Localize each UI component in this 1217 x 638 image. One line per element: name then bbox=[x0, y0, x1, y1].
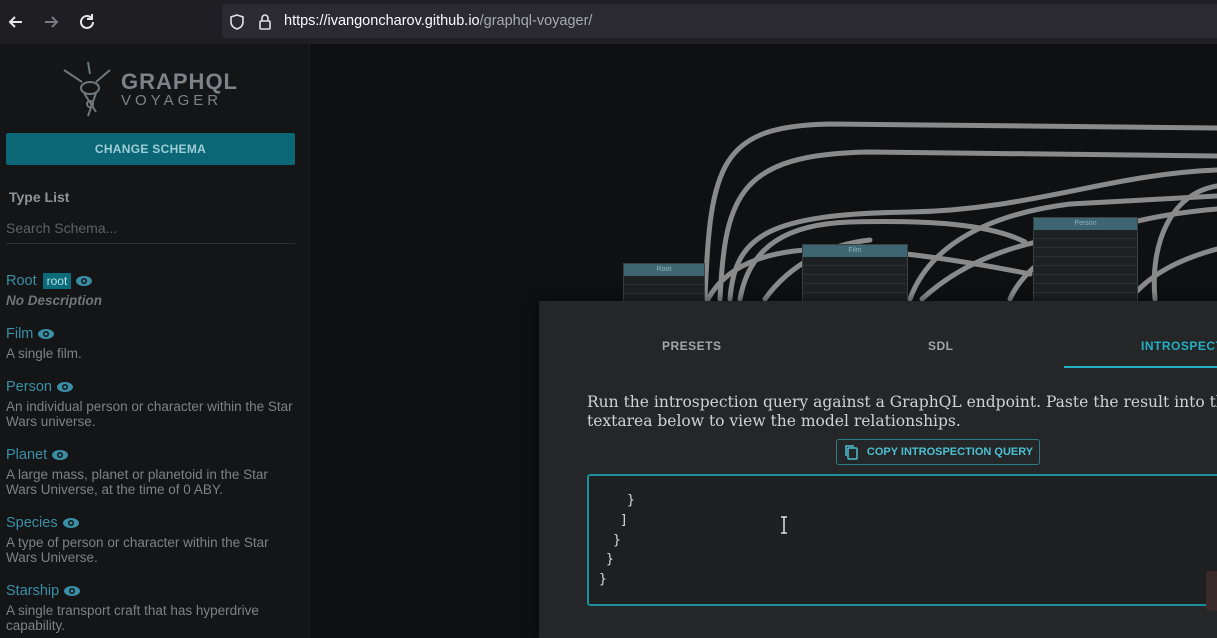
graph-node-film[interactable]: Film bbox=[802, 244, 908, 303]
code-line: } bbox=[599, 572, 607, 587]
type-description: An individual person or character within… bbox=[6, 399, 293, 429]
forward-icon[interactable] bbox=[40, 11, 62, 33]
graph-node-field bbox=[1034, 239, 1137, 248]
type-name[interactable]: Film bbox=[6, 326, 55, 342]
type-description: A large mass, planet or planetoid in the… bbox=[6, 467, 268, 497]
type-description: A type of person or character within the… bbox=[6, 535, 269, 565]
code-line: } bbox=[627, 493, 635, 508]
graph-node-root[interactable]: Root bbox=[623, 263, 705, 303]
graph-node-field bbox=[1034, 266, 1137, 275]
copy-icon bbox=[845, 445, 858, 460]
graph-node-person[interactable]: Person bbox=[1033, 217, 1138, 303]
back-icon[interactable] bbox=[5, 11, 27, 33]
eye-icon[interactable] bbox=[51, 449, 69, 461]
graph-node-title: Root bbox=[624, 264, 704, 276]
graph-node-field bbox=[1034, 257, 1137, 266]
copy-button-label: COPY INTROSPECTION QUERY bbox=[866, 446, 1034, 458]
graph-node-field bbox=[1034, 284, 1137, 293]
type-name-label: Species bbox=[6, 515, 58, 531]
eye-icon[interactable] bbox=[62, 517, 80, 529]
scrollbar-thumb[interactable] bbox=[1206, 571, 1217, 611]
eye-icon[interactable] bbox=[75, 275, 93, 287]
url-host: https://ivangoncharov.github.io bbox=[284, 13, 480, 29]
graph-node-title: Film bbox=[803, 245, 907, 257]
type-item-planet[interactable]: Planet A large mass, planet or planetoid… bbox=[6, 446, 296, 497]
url-path: /graphql-voyager/ bbox=[479, 13, 593, 29]
type-name-label: Person bbox=[6, 379, 52, 395]
type-name-label: Starship bbox=[6, 583, 60, 599]
type-list-title: Type List bbox=[9, 189, 70, 205]
type-item-root[interactable]: Root root No Description bbox=[6, 272, 296, 308]
tab-introspection[interactable]: INTROSPECTION bbox=[1141, 339, 1217, 353]
graph-node-field bbox=[803, 257, 907, 266]
type-item-person[interactable]: Person An individual person or character… bbox=[6, 378, 296, 429]
graph-node-field bbox=[803, 275, 907, 284]
introspection-textarea[interactable]: } ] } } } bbox=[587, 474, 1217, 606]
type-item-starship[interactable]: Starship A single transport craft that h… bbox=[6, 582, 296, 633]
type-name[interactable]: Species bbox=[6, 515, 80, 531]
url-bar[interactable]: https://ivangoncharov.github.io/graphql-… bbox=[222, 4, 1217, 38]
type-name[interactable]: Person bbox=[6, 379, 74, 395]
url-text[interactable]: https://ivangoncharov.github.io/graphql-… bbox=[284, 13, 592, 29]
type-item-species[interactable]: Species A type of person or character wi… bbox=[6, 514, 296, 565]
introspection-instructions: Run the introspection query against a Gr… bbox=[587, 393, 1217, 430]
code-line: } bbox=[606, 552, 614, 567]
lock-icon[interactable] bbox=[256, 13, 274, 31]
graph-node-field bbox=[1034, 248, 1137, 257]
copy-introspection-query-button[interactable]: COPY INTROSPECTION QUERY bbox=[836, 439, 1040, 465]
text-cursor-icon bbox=[781, 516, 787, 534]
type-name-label: Root bbox=[6, 273, 37, 289]
reload-icon[interactable] bbox=[76, 11, 98, 33]
graph-node-field bbox=[1034, 230, 1137, 239]
type-name[interactable]: Planet bbox=[6, 447, 69, 463]
type-name[interactable]: Starship bbox=[6, 583, 81, 599]
active-tab-indicator bbox=[1064, 366, 1217, 368]
graph-node-title: Person bbox=[1034, 218, 1137, 230]
change-schema-dialog: PRESETS SDL INTROSPECTION Run the intros… bbox=[539, 301, 1217, 638]
shield-icon[interactable] bbox=[228, 13, 246, 31]
eye-icon[interactable] bbox=[63, 585, 81, 597]
voyager-logo-icon bbox=[63, 61, 111, 117]
change-schema-button[interactable]: CHANGE SCHEMA bbox=[6, 133, 295, 165]
type-name[interactable]: Root root bbox=[6, 273, 93, 289]
code-line: ] bbox=[620, 513, 628, 528]
tab-sdl[interactable]: SDL bbox=[928, 339, 954, 353]
graph-node-field bbox=[803, 284, 907, 293]
eye-icon[interactable] bbox=[56, 381, 74, 393]
code-line: } bbox=[613, 533, 621, 548]
graph-node-field bbox=[624, 285, 704, 294]
type-description: A single transport craft that has hyperd… bbox=[6, 603, 259, 633]
eye-icon[interactable] bbox=[37, 328, 55, 340]
graph-node-field bbox=[624, 276, 704, 285]
graph-node-field bbox=[803, 266, 907, 275]
type-description: A single film. bbox=[6, 346, 82, 361]
logo-subtitle: VOYAGER bbox=[121, 92, 223, 109]
type-description: No Description bbox=[6, 293, 103, 308]
type-name-label: Planet bbox=[6, 447, 48, 463]
type-name-label: Film bbox=[6, 326, 34, 342]
sidebar: GRAPHQL VOYAGER CHANGE SCHEMA Type List … bbox=[0, 44, 310, 638]
browser-toolbar: https://ivangoncharov.github.io/graphql-… bbox=[0, 0, 1217, 45]
root-badge: root bbox=[42, 273, 72, 289]
tab-presets[interactable]: PRESETS bbox=[662, 339, 722, 353]
search-schema-input[interactable]: Search Schema... bbox=[6, 220, 295, 244]
type-item-film[interactable]: Film A single film. bbox=[6, 325, 296, 361]
graph-node-field bbox=[1034, 275, 1137, 284]
